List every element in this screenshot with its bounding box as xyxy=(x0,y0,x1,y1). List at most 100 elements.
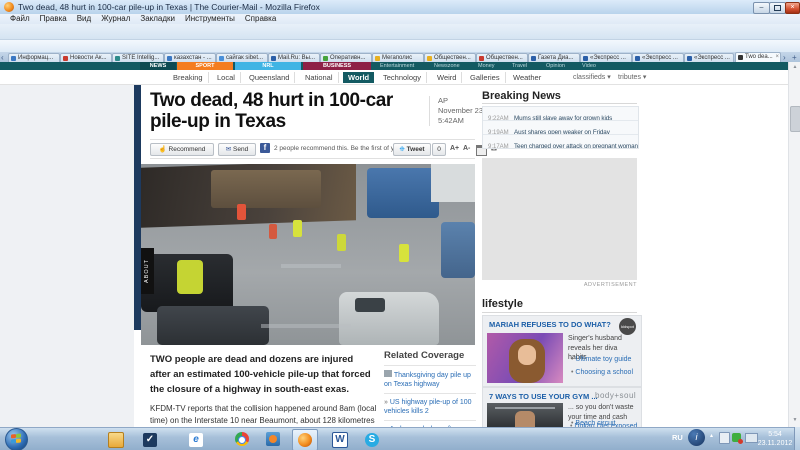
taskbar-media-player[interactable] xyxy=(261,429,285,449)
maximize-icon xyxy=(774,5,781,11)
menu-bookmarks[interactable]: Закладки xyxy=(140,14,175,24)
tab-favicon xyxy=(531,56,536,61)
language-indicator[interactable]: RU xyxy=(672,433,683,442)
breaking-news-item[interactable]: 9:22AMMums still slave away for grown ki… xyxy=(483,107,638,121)
menu-file[interactable]: Файл xyxy=(10,14,30,24)
taskbar-internet-explorer[interactable]: e xyxy=(184,429,208,449)
taskbar-antivirus[interactable]: ✓ xyxy=(138,429,162,449)
social-toolbar: ☝ Recommend ✉ Send f 2 people recommend … xyxy=(150,139,475,159)
photo-responder xyxy=(269,224,277,239)
tab-close-icon[interactable]: × xyxy=(775,54,779,60)
menu-history[interactable]: Журнал xyxy=(101,14,130,24)
subnav-technology[interactable]: Technology xyxy=(378,72,427,83)
kidspot-badge: kidspot xyxy=(619,318,636,335)
subnav-local[interactable]: Local xyxy=(212,72,241,83)
chevron-down-icon: ▾ xyxy=(643,74,647,81)
tributes-link[interactable]: tributes ▾ xyxy=(618,73,646,81)
taskbar-skype[interactable]: S xyxy=(360,429,384,449)
subnav-weird[interactable]: Weird xyxy=(432,72,462,83)
tray-clipboard-icon[interactable] xyxy=(719,432,730,444)
twitter-bird-icon: ❉ xyxy=(399,146,404,153)
close-button[interactable]: × xyxy=(785,2,800,14)
taskbar-clock[interactable]: 5:54 23.11.2012 xyxy=(752,430,798,448)
article-headline: Two dead, 48 hurt in 100-car pile-up in … xyxy=(150,90,418,132)
photo-shape xyxy=(261,324,351,328)
menu-view[interactable]: Вид xyxy=(77,14,91,24)
subnav-queensland[interactable]: Queensland xyxy=(244,72,295,83)
related-link-3[interactable]: » Ambrose shaken after xyxy=(384,420,476,427)
taskbar-firefox-active[interactable] xyxy=(292,429,318,450)
site-nav-entertainment[interactable]: Entertainment xyxy=(380,62,414,70)
new-tab-icon[interactable]: + xyxy=(792,53,797,62)
breaking-news-item[interactable]: 9:19AMAust shares open weaker on Friday xyxy=(483,121,638,135)
lifestyle-card-headline[interactable]: 7 WAYS TO USE YOUR GYM ... xyxy=(489,392,598,401)
taskbar-word[interactable]: W xyxy=(328,429,352,449)
advertisement-placeholder xyxy=(482,158,637,280)
lifestyle-bullet-link[interactable]: • Choosing a school xyxy=(571,369,633,376)
tab-favicon xyxy=(427,56,432,61)
chevron-right-icon: » xyxy=(384,399,388,406)
menu-tools[interactable]: Инструменты xyxy=(185,14,235,24)
about-overlay-tab[interactable]: ABOUT xyxy=(141,248,154,294)
window-titlebar[interactable]: Two dead, 48 hurt in 100-car pile-up in … xyxy=(0,0,800,15)
show-desktop-button[interactable] xyxy=(794,427,800,450)
subnav-galleries[interactable]: Galleries xyxy=(465,72,506,83)
start-button[interactable] xyxy=(5,428,28,450)
site-nav-nrl[interactable]: NRL xyxy=(235,62,301,70)
page-viewport: NEWS SPORT NRL BUSINESS Entertainment Ne… xyxy=(0,62,800,427)
menu-edit[interactable]: Правка xyxy=(40,14,67,24)
menu-help[interactable]: Справка xyxy=(245,14,276,24)
tab-scroll-right-icon[interactable]: › xyxy=(783,53,786,62)
classifieds-link[interactable]: classifieds ▾ xyxy=(573,73,611,81)
nav-toolbar: ← → www.couriermail.com.au/news/world/on… xyxy=(0,24,800,39)
tab-favicon xyxy=(738,55,743,60)
lifestyle-bullet-link[interactable]: • Ultimate toy guide xyxy=(571,356,631,363)
font-increase-button[interactable]: A+ xyxy=(450,145,459,152)
scroll-up-icon[interactable]: ▲ xyxy=(790,64,800,70)
photo-shape xyxy=(157,306,269,345)
site-nav-travel[interactable]: Travel xyxy=(512,62,527,70)
font-decrease-button[interactable]: A- xyxy=(463,145,470,152)
tray-app-icon[interactable]: i xyxy=(688,429,705,446)
tab-scroll-left-icon[interactable]: ‹ xyxy=(1,53,4,62)
breaking-news-item[interactable]: 9:17AMTeen charged over attack on pregna… xyxy=(483,135,638,148)
subnav-national[interactable]: National xyxy=(300,72,339,83)
photo-responder xyxy=(399,244,409,262)
scroll-down-icon[interactable]: ▼ xyxy=(790,417,800,423)
photo-shape xyxy=(367,168,439,218)
subnav-world[interactable]: World xyxy=(343,72,374,83)
site-nav-video[interactable]: Video xyxy=(582,62,596,70)
scrollbar-thumb[interactable] xyxy=(790,106,800,132)
site-nav-money[interactable]: Money xyxy=(478,62,495,70)
article-lead: TWO people are dead and dozens are injur… xyxy=(150,352,374,397)
photo-shape xyxy=(211,170,321,208)
tray-status-icon[interactable] xyxy=(732,433,741,442)
tweet-button[interactable]: ❉ Tweet xyxy=(393,143,431,156)
lifestyle-card-headline[interactable]: MARIAH REFUSES TO DO WHAT? xyxy=(489,320,611,329)
related-link-2[interactable]: » US highway pile-up of 100 vehicles kil… xyxy=(384,393,476,420)
photo-responder xyxy=(237,204,246,220)
related-link-1[interactable]: Thanksgiving day pile up on Texas highwa… xyxy=(384,365,476,393)
subnav-breaking[interactable]: Breaking xyxy=(168,72,209,83)
lifestyle-card-gym[interactable]: 7 WAYS TO USE YOUR GYM ... body+soul ...… xyxy=(482,387,642,427)
gym-photo xyxy=(487,403,563,427)
fb-recommend-button[interactable]: ☝ Recommend xyxy=(150,143,214,156)
site-nav-business[interactable]: BUSINESS xyxy=(303,62,371,70)
site-nav-sport[interactable]: SPORT xyxy=(177,62,233,70)
site-nav-opinion[interactable]: Opinion xyxy=(546,62,565,70)
subnav-weather[interactable]: Weather xyxy=(508,72,546,83)
page-left-accent xyxy=(134,62,141,330)
window-title: Two dead, 48 hurt in 100-car pile-up in … xyxy=(18,2,320,12)
lifestyle-card-mariah[interactable]: MARIAH REFUSES TO DO WHAT? kidspot Singe… xyxy=(482,315,642,387)
maximize-button[interactable] xyxy=(769,2,786,14)
site-nav-news[interactable]: NEWS xyxy=(140,62,176,70)
site-nav-newszone[interactable]: Newszone xyxy=(434,62,460,70)
minimize-button[interactable]: – xyxy=(753,2,770,14)
page-scrollbar[interactable]: ▲ ▼ xyxy=(788,62,800,427)
fb-send-button[interactable]: ✉ Send xyxy=(218,143,256,156)
photo-shape xyxy=(495,407,555,409)
tray-expand-icon[interactable]: ▴ xyxy=(710,432,713,439)
photo-shape xyxy=(518,345,536,365)
taskbar-chrome[interactable] xyxy=(230,429,254,449)
taskbar-explorer[interactable] xyxy=(104,429,128,449)
